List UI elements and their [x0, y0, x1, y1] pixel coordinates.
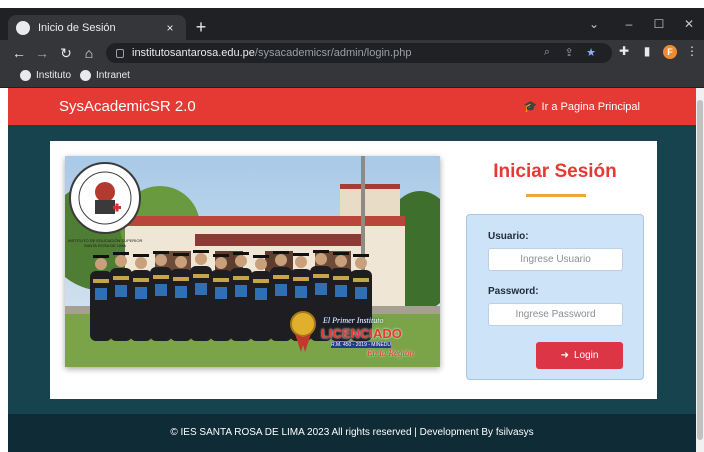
- menu-icon[interactable]: ⋮: [684, 44, 700, 58]
- instituto-favicon-icon: [20, 70, 31, 81]
- login-card: INSTITUTO DE EDUCACIÓN SUPERIOR SANTA RO…: [50, 141, 657, 399]
- banner-line4: En la Región: [367, 348, 414, 358]
- tab-close-icon[interactable]: ×: [162, 21, 178, 35]
- browser-tab[interactable]: Inicio de Sesión ×: [8, 15, 186, 40]
- graduation-cap-icon: 🎓: [523, 101, 538, 113]
- password-label: Password:: [488, 286, 539, 297]
- minimize-button[interactable]: –: [617, 17, 641, 31]
- home-button[interactable]: ⌂: [80, 44, 98, 62]
- share-icon[interactable]: ⇪: [562, 46, 576, 59]
- tab-search-icon[interactable]: ⌄: [582, 17, 606, 31]
- side-panel-icon[interactable]: ▮: [639, 44, 655, 58]
- seal-text: INSTITUTO DE EDUCACIÓN SUPERIOR SANTA RO…: [67, 238, 143, 248]
- maximize-button[interactable]: ☐: [647, 17, 671, 31]
- login-button[interactable]: ➜ Login: [536, 342, 623, 369]
- tab-favicon-icon: [16, 20, 30, 35]
- bookmark-star-icon[interactable]: ★: [584, 46, 598, 59]
- scrollbar-thumb[interactable]: [697, 100, 703, 440]
- lock-icon: [116, 48, 124, 58]
- brand-title[interactable]: SysAcademicSR 2.0: [59, 98, 196, 115]
- url-host: institutosantarosa.edu.pe: [132, 47, 255, 59]
- page-scrollbar[interactable]: [696, 88, 704, 452]
- zoom-icon[interactable]: ⌕: [540, 46, 554, 59]
- close-window-button[interactable]: ✕: [677, 17, 701, 31]
- browser-toolbar: ← → ↻ ⌂ institutosantarosa.edu.pe/sysaca…: [0, 40, 704, 66]
- bookmarks-bar: Instituto Intranet: [0, 66, 704, 88]
- password-input[interactable]: [488, 303, 623, 326]
- url-path: /sysacademicsr/admin/login.php: [254, 47, 412, 59]
- login-form: Usuario: Password: ➜ Login: [466, 214, 644, 380]
- back-button[interactable]: ←: [10, 44, 28, 62]
- extensions-icon[interactable]: ✚: [616, 44, 632, 58]
- banner-line2: LICENCIADO: [321, 326, 402, 341]
- bookmark-instituto[interactable]: Instituto: [20, 70, 71, 81]
- top-navbar: SysAcademicSR 2.0 🎓 Ir a Pagina Principa…: [8, 88, 696, 125]
- tab-title: Inicio de Sesión: [38, 21, 116, 34]
- forward-button[interactable]: →: [33, 44, 51, 62]
- page-body: SysAcademicSR 2.0 🎓 Ir a Pagina Principa…: [8, 88, 696, 452]
- banner-line1: El Primer Instituto: [323, 316, 384, 325]
- browser-titlebar: Inicio de Sesión × + ⌄ – ☐ ✕: [0, 8, 704, 40]
- username-input[interactable]: [488, 248, 623, 271]
- login-title: Iniciar Sesión: [493, 161, 617, 182]
- address-bar[interactable]: institutosantarosa.edu.pe/sysacademicsr/…: [106, 43, 612, 63]
- intranet-favicon-icon: [80, 70, 91, 81]
- institute-photo: INSTITUTO DE EDUCACIÓN SUPERIOR SANTA RO…: [65, 156, 440, 367]
- main-page-link[interactable]: 🎓 Ir a Pagina Principal: [523, 100, 640, 114]
- bookmark-intranet[interactable]: Intranet: [80, 70, 130, 81]
- sign-in-icon: ➜: [560, 350, 569, 361]
- title-divider: [526, 194, 586, 197]
- bookmark-label: Intranet: [96, 70, 130, 81]
- profile-avatar[interactable]: F: [663, 45, 677, 59]
- reload-button[interactable]: ↻: [57, 44, 75, 62]
- login-button-label: Login: [573, 350, 599, 361]
- username-label: Usuario:: [488, 231, 529, 242]
- main-page-link-label: Ir a Pagina Principal: [541, 100, 640, 113]
- page-footer: © IES SANTA ROSA DE LIMA 2023 All rights…: [8, 414, 696, 452]
- new-tab-button[interactable]: +: [192, 18, 210, 36]
- bookmark-label: Instituto: [36, 70, 72, 81]
